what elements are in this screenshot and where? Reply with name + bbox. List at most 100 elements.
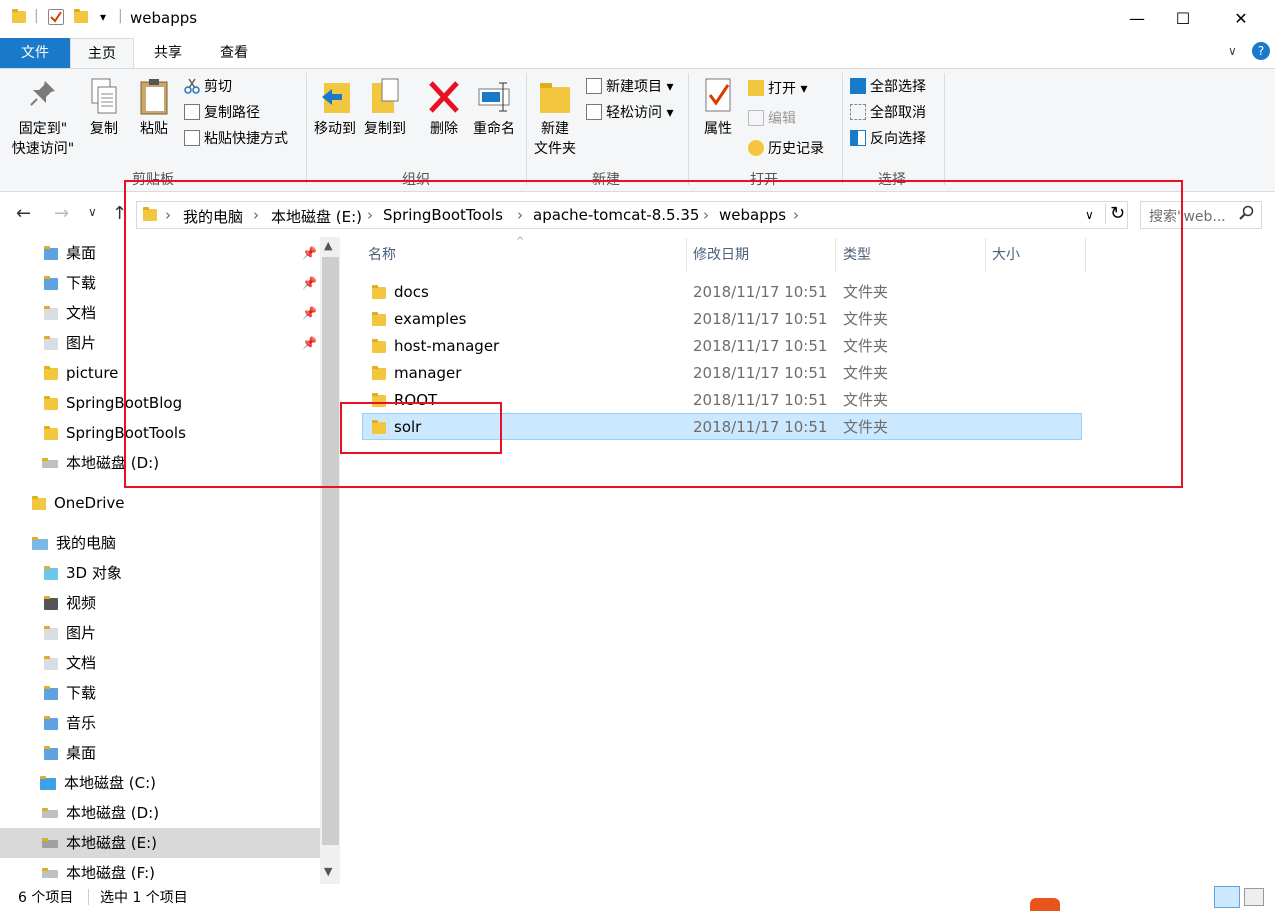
new-item-icon	[586, 78, 602, 94]
tab-view[interactable]: 查看	[204, 38, 264, 68]
nav-drive-d[interactable]: 本地磁盘 (D:)	[0, 798, 320, 828]
properties-label: 属性	[704, 121, 732, 137]
ribbon-separator	[944, 73, 945, 185]
edit-label: 编辑	[768, 111, 796, 127]
nav-documents[interactable]: 文档	[0, 648, 320, 678]
qa-dropdown-icon[interactable]: ▾	[100, 10, 106, 24]
status-bar: 6 个项目 选中 1 个项目	[0, 884, 1275, 911]
invert-selection-label: 反向选择	[870, 131, 926, 147]
help-icon[interactable]: ?	[1252, 42, 1270, 60]
delete-button[interactable]: 删除	[424, 77, 464, 139]
delete-label: 删除	[430, 121, 458, 137]
copy-path-label: 复制路径	[204, 105, 260, 121]
rename-label: 重命名	[473, 121, 515, 137]
open-icon	[748, 80, 764, 96]
new-item-label: 新建项目 ▾	[606, 79, 674, 95]
pin-icon	[27, 77, 59, 109]
ribbon-tabs: 文件 主页 共享 查看 ∨ ?	[0, 38, 1275, 68]
invert-selection-button[interactable]: 反向选择	[850, 129, 926, 149]
properties-icon	[702, 77, 734, 117]
new-folder-label-1: 新建	[541, 121, 569, 137]
select-all-label: 全部选择	[870, 79, 926, 95]
title-bar: | ▾ | webapps — ☐ ✕	[0, 0, 1275, 38]
select-all-button[interactable]: 全部选择	[850, 77, 926, 97]
maximize-button[interactable]: ☐	[1160, 0, 1206, 38]
folder-icon	[12, 9, 26, 29]
tab-file[interactable]: 文件	[0, 38, 70, 68]
tab-home[interactable]: 主页	[70, 38, 134, 68]
clipboard-icon	[138, 77, 170, 117]
copy-label: 复制	[90, 121, 118, 137]
history-label: 历史记录	[768, 141, 824, 157]
easy-access-label: 轻松访问 ▾	[606, 105, 674, 121]
copy-to-button[interactable]: 复制到	[362, 77, 408, 139]
scissors-icon	[184, 78, 200, 94]
cut-button[interactable]: 剪切	[184, 77, 232, 97]
close-button[interactable]: ✕	[1218, 0, 1264, 38]
copy-path-icon	[184, 104, 200, 120]
details-view-button[interactable]	[1214, 886, 1240, 908]
history-icon	[748, 140, 764, 156]
open-label: 打开 ▾	[768, 81, 808, 97]
title-divider: |	[118, 8, 123, 24]
properties-button[interactable]: 属性	[696, 77, 740, 139]
nav-thispc[interactable]: 我的电脑	[0, 528, 320, 558]
move-to-button[interactable]: 移动到	[312, 77, 358, 139]
copy-to-label: 复制到	[364, 121, 406, 137]
paste-button[interactable]: 粘贴	[134, 77, 174, 139]
back-button[interactable]: ←	[16, 203, 31, 224]
new-folder-icon	[540, 77, 570, 117]
nav-desktop[interactable]: 桌面	[0, 738, 320, 768]
select-all-icon	[850, 78, 866, 94]
easy-access-button[interactable]: 轻松访问 ▾	[586, 103, 673, 123]
rename-icon	[477, 77, 511, 117]
ribbon: 固定到" 快速访问" 复制 粘贴 剪切 复制路径 粘贴快捷方式 剪贴板 移动到 …	[0, 68, 1275, 192]
new-folder-button[interactable]: 新建 文件夹	[530, 77, 580, 159]
history-button[interactable]: 历史记录	[748, 139, 824, 159]
copy-to-icon	[368, 77, 402, 117]
search-icon	[1239, 205, 1255, 225]
paste-shortcut-icon	[184, 130, 200, 146]
new-item-button[interactable]: 新建项目 ▾	[586, 77, 673, 97]
pin-label-1: 固定到"	[18, 121, 68, 137]
nav-pictures[interactable]: 图片	[0, 618, 320, 648]
copy-path-button[interactable]: 复制路径	[184, 103, 260, 123]
edit-button[interactable]: 编辑	[748, 109, 796, 129]
annotation-box-large	[124, 180, 1183, 488]
move-to-label: 移动到	[314, 121, 356, 137]
collapse-ribbon-icon[interactable]: ∨	[1228, 44, 1237, 58]
nav-videos[interactable]: 视频	[0, 588, 320, 618]
open-button[interactable]: 打开 ▾	[748, 79, 807, 99]
tab-share[interactable]: 共享	[140, 38, 196, 68]
nav-onedrive[interactable]: OneDrive	[0, 488, 320, 518]
copy-icon	[88, 77, 120, 117]
new-folder-qa-icon[interactable]	[74, 9, 88, 29]
ime-logo-icon	[1030, 898, 1060, 911]
large-icons-view-button[interactable]	[1244, 888, 1264, 906]
scroll-down-icon[interactable]: ▼	[324, 865, 332, 878]
delete-icon	[427, 77, 461, 117]
rename-button[interactable]: 重命名	[470, 77, 518, 139]
annotation-box-solr	[340, 402, 502, 454]
paste-shortcut-label: 粘贴快捷方式	[204, 131, 288, 147]
select-none-button[interactable]: 全部取消	[850, 103, 926, 123]
new-folder-label-2: 文件夹	[534, 141, 576, 157]
copy-button[interactable]: 复制	[84, 77, 124, 139]
qa-divider: |	[34, 8, 39, 24]
invert-selection-icon	[850, 130, 866, 146]
item-count: 6 个项目	[18, 890, 74, 906]
pin-quick-access-button[interactable]: 固定到" 快速访问"	[8, 77, 78, 159]
nav-3d-objects[interactable]: 3D 对象	[0, 558, 320, 588]
paste-shortcut-button[interactable]: 粘贴快捷方式	[184, 129, 288, 149]
nav-drive-e[interactable]: 本地磁盘 (E:)	[0, 828, 320, 858]
move-to-icon	[318, 77, 352, 117]
recent-locations-button[interactable]: ∨	[88, 205, 97, 219]
selected-count: 选中 1 个项目	[100, 890, 188, 906]
minimize-button[interactable]: —	[1114, 0, 1160, 38]
nav-music[interactable]: 音乐	[0, 708, 320, 738]
forward-button[interactable]: →	[54, 203, 69, 224]
nav-downloads[interactable]: 下载	[0, 678, 320, 708]
properties-qa-icon[interactable]	[48, 9, 64, 25]
select-none-icon	[850, 104, 866, 120]
nav-drive-c[interactable]: 本地磁盘 (C:)	[0, 768, 320, 798]
